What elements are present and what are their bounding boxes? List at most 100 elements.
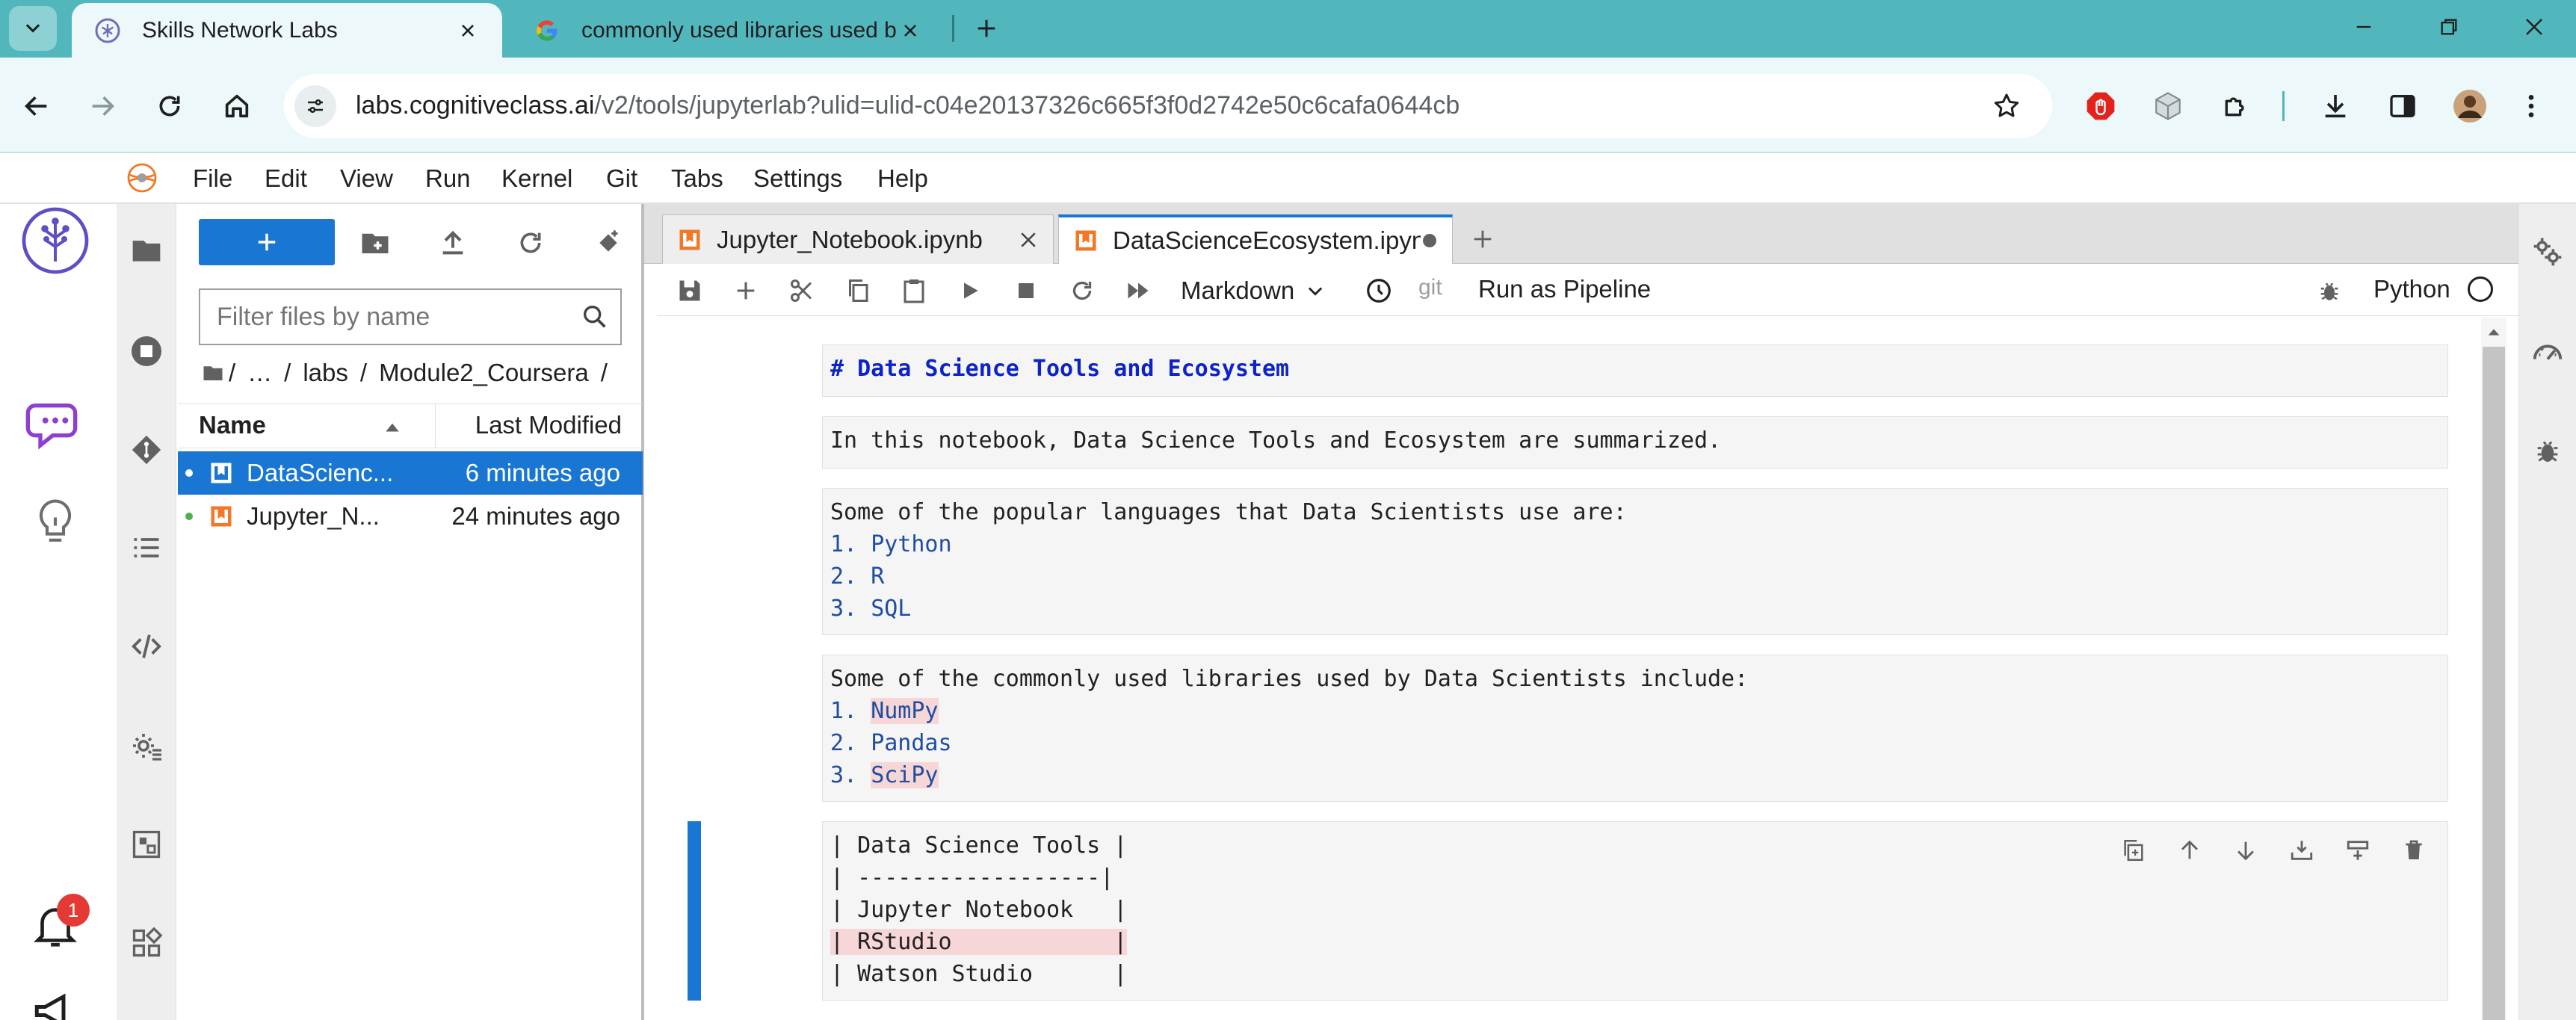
schedule-button[interactable] bbox=[1359, 271, 1399, 311]
cut-button[interactable] bbox=[782, 271, 822, 311]
puzzle-icon[interactable] bbox=[120, 916, 173, 970]
restart-run-all-button[interactable] bbox=[1118, 271, 1158, 311]
kernel-name[interactable]: Python bbox=[2373, 275, 2450, 303]
git-icon[interactable] bbox=[120, 423, 173, 477]
breadcrumb-module[interactable]: Module2_Coursera bbox=[379, 359, 589, 387]
lightbulb-icon[interactable] bbox=[19, 486, 91, 557]
property-inspector-icon[interactable] bbox=[2526, 230, 2569, 273]
markdown-cell[interactable]: Some of the popular languages that Data … bbox=[822, 488, 2448, 635]
column-divider[interactable] bbox=[435, 404, 436, 448]
close-icon[interactable] bbox=[454, 17, 481, 44]
duplicate-cell-button[interactable] bbox=[2115, 832, 2152, 869]
browser-tab-google[interactable]: commonly used libraries used by bbox=[511, 3, 945, 58]
back-button[interactable] bbox=[15, 84, 58, 128]
menu-file[interactable]: File bbox=[193, 164, 232, 193]
filter-files-input[interactable] bbox=[217, 290, 575, 344]
folder-icon[interactable] bbox=[120, 223, 173, 277]
cell-type-dropdown[interactable]: Markdown bbox=[1181, 273, 1326, 308]
scrollbar-thumb[interactable] bbox=[2483, 347, 2505, 1020]
new-launcher-button[interactable] bbox=[199, 219, 335, 265]
delete-cell-button[interactable] bbox=[2395, 832, 2433, 869]
copy-button[interactable] bbox=[838, 271, 878, 311]
upload-button[interactable] bbox=[430, 220, 475, 265]
close-window-button[interactable] bbox=[2508, 4, 2560, 49]
profile-avatar[interactable] bbox=[2448, 84, 2492, 128]
markdown-cell[interactable]: # Data Science Tools and Ecosystem bbox=[822, 344, 2448, 397]
settings-gear-icon[interactable] bbox=[120, 719, 173, 773]
breadcrumb-ellipsis[interactable]: … bbox=[247, 359, 272, 387]
tab-search-button[interactable] bbox=[9, 6, 57, 51]
active-cell-indicator[interactable] bbox=[688, 821, 701, 1001]
file-list-item[interactable]: DataScienc... 6 minutes ago bbox=[178, 451, 643, 495]
interrupt-kernel-button[interactable] bbox=[1006, 271, 1046, 311]
adblock-extension-button[interactable] bbox=[2079, 84, 2122, 128]
menu-settings[interactable]: Settings bbox=[753, 164, 842, 193]
git-diff-button[interactable]: git bbox=[1418, 275, 1442, 300]
menu-tabs[interactable]: Tabs bbox=[671, 164, 723, 193]
megaphone-icon[interactable] bbox=[19, 975, 91, 1020]
plus-icon bbox=[737, 282, 755, 300]
run-cell-button[interactable] bbox=[950, 271, 990, 311]
markdown-cell[interactable]: In this notebook, Data Science Tools and… bbox=[822, 416, 2448, 469]
forward-button[interactable] bbox=[81, 84, 124, 128]
browser-tab-skills-network[interactable]: Skills Network Labs bbox=[72, 3, 502, 58]
save-button[interactable] bbox=[670, 271, 710, 311]
extensions-button[interactable] bbox=[2214, 84, 2257, 128]
resource-usage-icon[interactable] bbox=[2526, 330, 2569, 374]
column-header-modified[interactable]: Last Modified bbox=[448, 411, 622, 439]
insert-cell-above-button[interactable] bbox=[2283, 832, 2320, 869]
sort-up-icon[interactable] bbox=[383, 418, 402, 435]
side-panel-button[interactable] bbox=[2381, 84, 2424, 128]
home-button[interactable] bbox=[215, 84, 259, 128]
extension-manager-icon[interactable] bbox=[120, 817, 173, 871]
menu-run[interactable]: Run bbox=[425, 164, 471, 193]
tab-datascience-ecosystem[interactable]: DataScienceEcosystem.ipyn bbox=[1058, 214, 1453, 264]
downloads-button[interactable] bbox=[2314, 84, 2357, 128]
git-clone-button[interactable] bbox=[586, 220, 631, 265]
browser-menu-button[interactable] bbox=[2509, 84, 2553, 128]
insert-cell-button[interactable] bbox=[726, 271, 766, 311]
markdown-cell[interactable]: Some of the commonly used libraries used… bbox=[822, 655, 2448, 802]
close-icon[interactable] bbox=[1017, 229, 1040, 251]
file-list-item[interactable]: Jupyter_N... 24 minutes ago bbox=[178, 495, 643, 538]
paste-button[interactable] bbox=[894, 271, 934, 311]
menu-view[interactable]: View bbox=[340, 164, 393, 193]
code-icon[interactable] bbox=[120, 619, 173, 673]
bug-icon[interactable] bbox=[2526, 429, 2569, 472]
skills-network-logo[interactable] bbox=[19, 205, 91, 276]
plus-icon bbox=[258, 233, 276, 251]
table-of-contents-icon[interactable] bbox=[120, 521, 173, 575]
unsaved-dot-icon[interactable] bbox=[1421, 232, 1439, 250]
new-folder-button[interactable] bbox=[353, 220, 398, 265]
chat-icon[interactable] bbox=[19, 387, 91, 459]
menu-git[interactable]: Git bbox=[606, 164, 637, 193]
run-as-pipeline-button[interactable]: Run as Pipeline bbox=[1478, 275, 1651, 303]
refresh-button[interactable] bbox=[508, 220, 553, 265]
menu-kernel[interactable]: Kernel bbox=[501, 164, 572, 193]
tab-jupyter-notebook[interactable]: Jupyter_Notebook.ipynb bbox=[662, 214, 1054, 264]
breadcrumb-labs[interactable]: labs bbox=[303, 359, 348, 387]
stop-circle-icon[interactable] bbox=[120, 324, 173, 378]
file-filter-box[interactable] bbox=[199, 288, 622, 345]
breadcrumb-root[interactable]: / bbox=[229, 359, 235, 387]
bookmark-button[interactable] bbox=[1985, 84, 2028, 128]
insert-cell-below-button[interactable] bbox=[2339, 832, 2376, 869]
site-info-button[interactable] bbox=[294, 85, 336, 127]
reload-button[interactable] bbox=[148, 84, 191, 128]
menu-edit[interactable]: Edit bbox=[265, 164, 307, 193]
new-tab-button[interactable] bbox=[969, 10, 1004, 46]
menu-help[interactable]: Help bbox=[877, 164, 928, 193]
close-icon[interactable] bbox=[897, 17, 924, 44]
cube-extension-button[interactable] bbox=[2146, 84, 2190, 128]
move-cell-down-button[interactable] bbox=[2227, 832, 2264, 869]
minimize-button[interactable] bbox=[2338, 4, 2390, 49]
debugger-button[interactable] bbox=[2309, 271, 2350, 311]
add-tab-button[interactable] bbox=[1460, 217, 1505, 262]
restart-kernel-button[interactable] bbox=[1062, 271, 1102, 311]
restore-button[interactable] bbox=[2423, 4, 2475, 49]
scroll-up-icon[interactable] bbox=[2486, 324, 2502, 341]
folder-icon[interactable] bbox=[202, 362, 224, 384]
column-header-name[interactable]: Name bbox=[199, 411, 266, 439]
move-cell-up-button[interactable] bbox=[2171, 832, 2208, 869]
url-text[interactable]: labs.cognitiveclass.ai/v2/tools/jupyterl… bbox=[356, 91, 1460, 120]
